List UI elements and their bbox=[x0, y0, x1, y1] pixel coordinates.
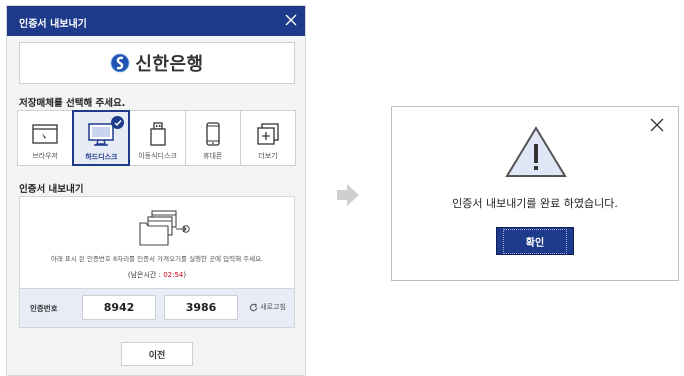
bank-logo-box: 신한은행 bbox=[19, 42, 295, 84]
media-browser[interactable]: 브라우저 bbox=[17, 110, 74, 166]
export-files-icon bbox=[139, 210, 190, 246]
refresh-button[interactable]: 새로고침 bbox=[249, 302, 286, 312]
media-prompt: 저장매체를 선택해 주세요. bbox=[19, 98, 126, 109]
remaining-time: (남은시간 : 02:54) bbox=[20, 270, 294, 280]
media-label: 휴대폰 bbox=[203, 152, 223, 160]
ok-button[interactable]: 확인 bbox=[496, 227, 574, 255]
media-label: 이동식디스크 bbox=[138, 152, 177, 160]
media-removable-disk[interactable]: 이동식디스크 bbox=[129, 110, 186, 166]
export-description: 아래 표시 된 인증번호 8자리를 인증서 가져오기를 실행한 곳에 입력해 주… bbox=[50, 255, 264, 263]
close-icon[interactable] bbox=[650, 118, 664, 132]
monitor-icon bbox=[88, 123, 115, 146]
code-field-2: 3986 bbox=[164, 295, 238, 320]
timer-value: 02:54 bbox=[163, 271, 184, 279]
refresh-icon bbox=[250, 302, 258, 311]
bank-name: 신한은행 bbox=[135, 54, 204, 75]
auth-code-row: 인증번호 8942 3986 새로고침 bbox=[20, 288, 294, 327]
media-label: 더보기 bbox=[258, 152, 278, 160]
export-section-title: 인증서 내보내기 bbox=[19, 184, 84, 195]
check-icon bbox=[111, 116, 125, 129]
storage-media-list: 브라우저 하드디스크 이동식디스크 휴대폰 더보기 bbox=[17, 110, 297, 168]
close-icon[interactable] bbox=[285, 14, 297, 26]
remaining-label: (남은시간 : bbox=[127, 271, 164, 279]
shinhan-logo-icon bbox=[110, 53, 130, 73]
alert-message: 인증서 내보내기를 완료 하였습니다. bbox=[452, 197, 618, 210]
media-label: 브라우저 bbox=[32, 152, 58, 160]
browser-icon bbox=[32, 124, 58, 144]
media-label: 하드디스크 bbox=[85, 153, 118, 161]
export-panel: 아래 표시 된 인증번호 8자리를 인증서 가져오기를 실행한 곳에 입력해 주… bbox=[19, 196, 295, 328]
remaining-suffix: ) bbox=[183, 271, 187, 279]
dialog-titlebar: 인증서 내보내기 bbox=[7, 6, 305, 36]
export-certificate-dialog: 인증서 내보내기 신한은행 저장매체를 선택해 주세요. 브라우저 하드디스크 … bbox=[6, 5, 306, 376]
dialog-title: 인증서 내보내기 bbox=[19, 19, 87, 30]
arrow-right-icon bbox=[337, 184, 359, 206]
media-harddisk[interactable]: 하드디스크 bbox=[72, 110, 131, 166]
phone-icon bbox=[206, 122, 220, 146]
more-icon bbox=[257, 123, 279, 145]
media-phone[interactable]: 휴대폰 bbox=[184, 110, 241, 166]
completion-alert: 인증서 내보내기를 완료 하였습니다. 확인 bbox=[391, 106, 679, 281]
prev-button[interactable]: 이전 bbox=[121, 342, 193, 366]
media-more[interactable]: 더보기 bbox=[239, 110, 297, 166]
usb-icon bbox=[149, 122, 166, 146]
code-label: 인증번호 bbox=[30, 304, 58, 313]
refresh-label: 새로고침 bbox=[260, 303, 286, 311]
code-field-1: 8942 bbox=[82, 295, 156, 320]
warning-icon bbox=[505, 126, 567, 177]
ok-button-label: 확인 bbox=[502, 228, 568, 254]
